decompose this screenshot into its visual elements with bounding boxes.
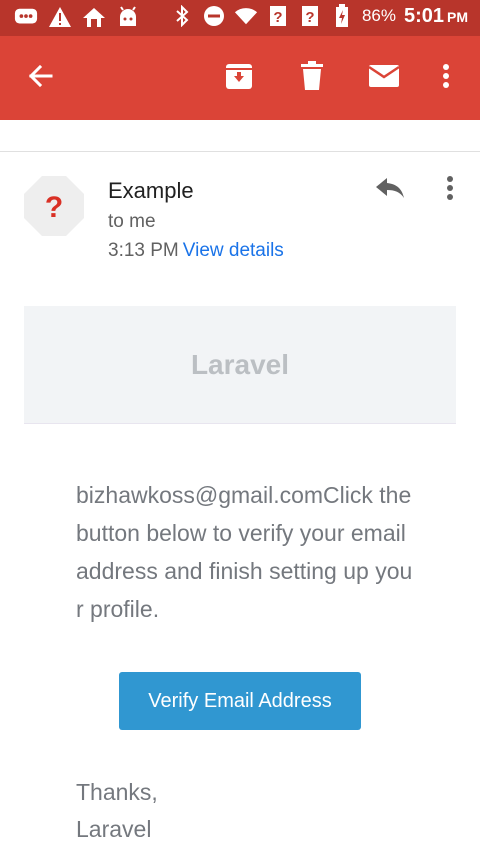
no-signal-icon: ? xyxy=(298,4,322,28)
app-bar xyxy=(0,36,480,120)
clock-time: 5:01 xyxy=(403,4,444,27)
android-icon xyxy=(116,5,140,29)
email-signoff: Thanks, Laravel xyxy=(76,774,158,848)
verify-email-button[interactable]: Verify Email Address xyxy=(119,672,361,730)
more-vert-icon xyxy=(446,175,454,206)
delete-button[interactable] xyxy=(292,58,332,98)
mark-unread-icon xyxy=(368,64,400,93)
home-icon xyxy=(82,5,106,29)
email-body-text: bizhawkoss@gmail.comClick the button bel… xyxy=(76,482,413,622)
delete-icon xyxy=(299,60,325,96)
clock: 5:01 PM xyxy=(404,5,468,28)
signoff-line-name: Laravel xyxy=(76,816,152,842)
email-header-banner: Laravel xyxy=(24,306,456,424)
view-details-link[interactable]: View details xyxy=(183,240,284,261)
more-vert-icon xyxy=(442,63,450,94)
back-button[interactable] xyxy=(20,58,60,98)
svg-text:?: ? xyxy=(273,9,282,26)
signoff-line-thanks: Thanks, xyxy=(76,779,158,805)
message-more-button[interactable] xyxy=(430,170,470,210)
message-meta: 3:13 PM View details xyxy=(108,240,284,262)
message-time: 3:13 PM xyxy=(108,240,179,261)
subject-area xyxy=(0,120,480,152)
do-not-disturb-icon xyxy=(202,4,226,28)
sender-avatar[interactable]: ? xyxy=(24,176,84,236)
battery-charging-icon xyxy=(330,4,354,28)
wifi-icon xyxy=(234,4,258,28)
unknown-sender-icon: ? xyxy=(24,176,84,236)
bluetooth-icon xyxy=(170,4,194,28)
message-icon xyxy=(14,5,38,29)
clock-ampm: PM xyxy=(447,8,468,25)
svg-text:?: ? xyxy=(305,9,314,26)
recipient: to me xyxy=(108,211,156,232)
mark-unread-button[interactable] xyxy=(364,58,404,98)
archive-button[interactable] xyxy=(219,58,259,98)
back-arrow-icon xyxy=(27,63,53,94)
sender-name: Example xyxy=(108,178,194,203)
reply-button[interactable] xyxy=(370,170,410,210)
svg-text:?: ? xyxy=(45,191,63,224)
reply-icon xyxy=(375,177,405,204)
archive-icon xyxy=(224,61,254,96)
warning-icon xyxy=(48,5,72,29)
more-options-button[interactable] xyxy=(426,58,466,98)
battery-percent: 86% xyxy=(361,6,396,25)
no-signal-icon: ? xyxy=(266,4,290,28)
status-bar: ? ? 86% 5:01 PM xyxy=(0,0,480,36)
brand-link[interactable]: Laravel xyxy=(191,349,289,381)
